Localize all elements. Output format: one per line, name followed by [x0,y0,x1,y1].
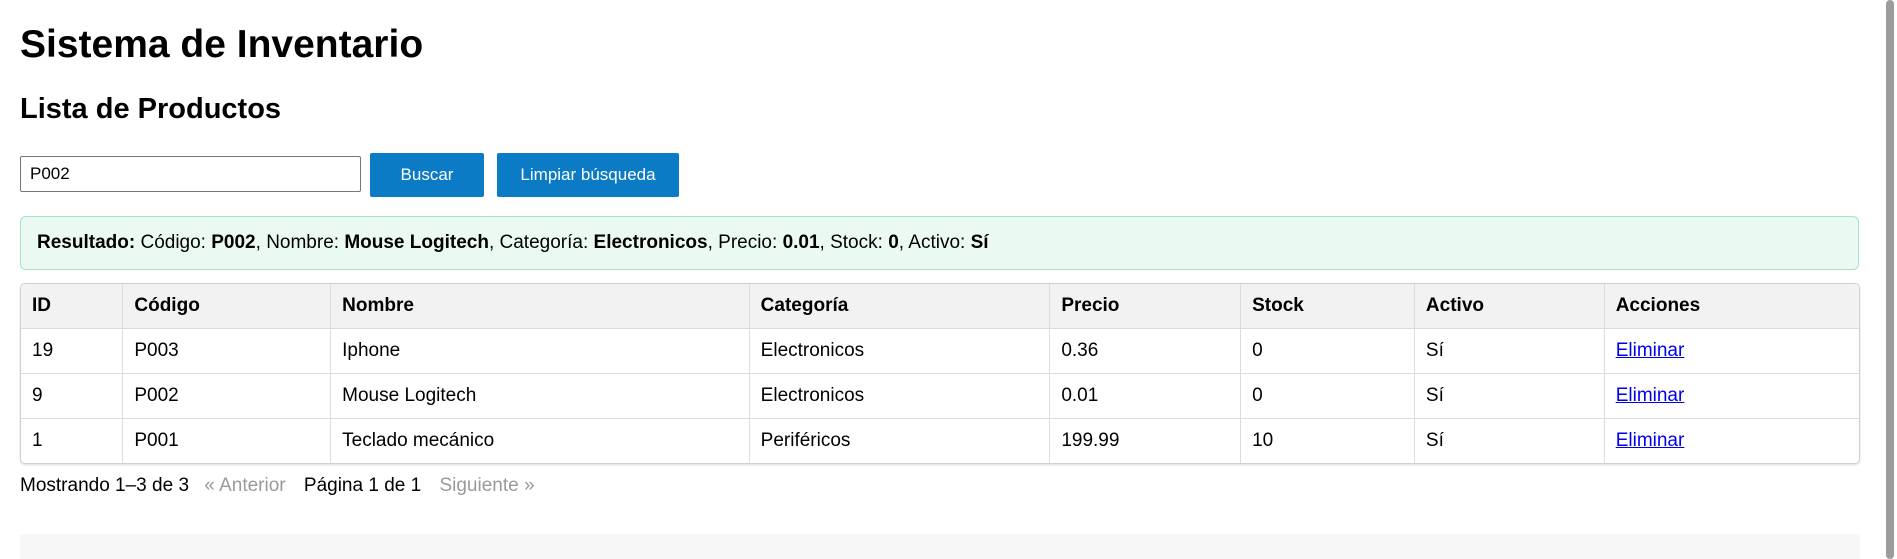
page-indicator: Página 1 de 1 [303,475,422,496]
search-result-panel: Resultado: Código: P002, Nombre: Mouse L… [20,216,1859,270]
cell-nombre: Teclado mecánico [330,418,750,463]
delete-link[interactable]: Eliminar [1616,385,1685,406]
result-precio: 0.01 [782,232,820,253]
table-header-row: ID Código Nombre Categoría Precio Stock … [21,284,1859,329]
cell-stock: 0 [1240,328,1415,374]
cell-codigo: P001 [122,418,332,463]
cell-nombre: Iphone [330,328,750,374]
pagination: Mostrando 1–3 de 3 « Anterior Página 1 d… [20,474,535,498]
result-categoria: Electronicos [593,232,708,253]
column-header-categoria: Categoría [749,284,1051,329]
next-page-link[interactable]: Siguiente » [439,475,534,496]
cell-precio: 0.01 [1049,373,1242,419]
page: Sistema de Inventario Lista de Productos… [0,0,1897,559]
cell-codigo: P003 [122,328,332,374]
cell-codigo: P002 [122,373,332,419]
cell-acciones: Eliminar [1604,328,1859,374]
column-header-nombre: Nombre [330,284,750,329]
cell-stock: 0 [1240,373,1415,419]
column-header-precio: Precio [1049,284,1242,329]
cell-precio: 199.99 [1049,418,1242,463]
delete-link[interactable]: Eliminar [1616,340,1685,361]
delete-link[interactable]: Eliminar [1616,430,1685,451]
result-stock: 0 [888,232,899,253]
result-nombre: Mouse Logitech [344,232,489,253]
cell-id: 9 [21,373,124,419]
result-label: Resultado: [37,232,136,253]
table-row: 19 P003 Iphone Electronicos 0.36 0 Sí El… [21,328,1859,374]
search-input[interactable] [20,156,361,192]
cell-stock: 10 [1240,418,1415,463]
cell-acciones: Eliminar [1604,419,1859,464]
cell-acciones: Eliminar [1604,373,1859,419]
cell-categoria: Electronicos [749,328,1051,374]
cell-id: 19 [21,328,124,374]
section-title: Lista de Productos [20,93,282,125]
search-button[interactable]: Buscar [370,153,484,197]
column-header-stock: Stock [1240,284,1415,329]
cell-activo: Sí [1414,418,1605,463]
cell-id: 1 [21,418,124,463]
footer-panel [20,534,1860,559]
pagination-summary: Mostrando 1–3 de 3 [20,475,190,496]
result-categoria-label: Categoría: [499,232,589,253]
column-header-activo: Activo [1414,284,1605,329]
column-header-acciones: Acciones [1604,284,1859,329]
cell-categoria: Electronicos [749,373,1051,419]
app-title: Sistema de Inventario [20,23,424,66]
cell-activo: Sí [1414,373,1605,419]
cell-nombre: Mouse Logitech [330,373,750,419]
products-table: ID Código Nombre Categoría Precio Stock … [20,283,1860,464]
result-codigo: P002 [211,232,256,253]
result-codigo-label: Código: [140,232,206,253]
cell-precio: 0.36 [1049,328,1242,374]
result-activo-label: Activo: [908,232,966,253]
result-stock-label: Stock: [830,232,883,253]
previous-page-link[interactable]: « Anterior [204,475,285,496]
vertical-scrollbar[interactable] [1883,0,1897,559]
result-activo: Sí [970,232,989,253]
table-row: 1 P001 Teclado mecánico Periféricos 199.… [21,418,1859,464]
column-header-codigo: Código [122,284,332,329]
column-header-id: ID [21,284,124,329]
cell-activo: Sí [1414,328,1605,374]
clear-search-button[interactable]: Limpiar búsqueda [497,153,679,197]
result-precio-label: Precio: [718,232,778,253]
cell-categoria: Periféricos [749,418,1051,463]
scrollbar-thumb[interactable] [1886,0,1894,559]
table-row: 9 P002 Mouse Logitech Electronicos 0.01 … [21,373,1859,419]
result-nombre-label: Nombre: [266,232,340,253]
